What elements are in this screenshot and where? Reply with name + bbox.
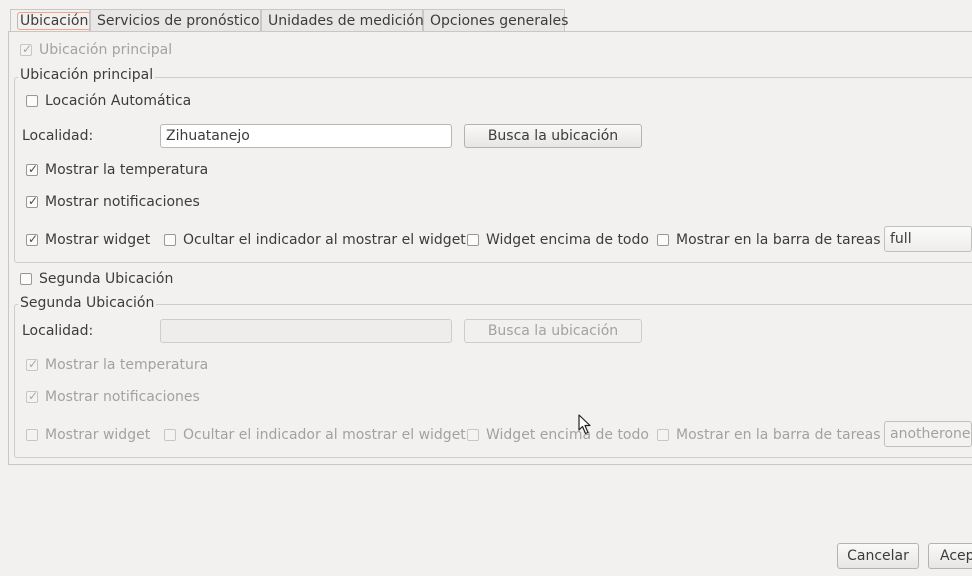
primary-show-widget-label: Mostrar widget xyxy=(45,232,151,248)
second-location-label: Segunda Ubicación xyxy=(39,271,174,287)
primary-hide-indicator-checkbox[interactable] xyxy=(164,234,176,246)
check-mark-icon: ✓ xyxy=(22,42,33,56)
auto-location-label: Locación Automática xyxy=(45,93,192,109)
cancel-button[interactable]: Cancelar xyxy=(837,543,919,569)
secondary-show-in-taskbar-checkbox[interactable] xyxy=(657,429,669,441)
tab-label: Ubicación xyxy=(17,12,92,30)
tab-label: Opciones generales xyxy=(430,13,569,29)
tab-label: Unidades de medición xyxy=(268,13,424,29)
primary-locality-input[interactable] xyxy=(160,124,452,148)
primary-show-in-taskbar-checkbox[interactable] xyxy=(657,234,669,246)
primary-widget-style-value: full xyxy=(890,231,912,247)
primary-search-location-button[interactable]: Busca la ubicación xyxy=(464,124,642,148)
check-mark-icon: ✓ xyxy=(28,389,39,403)
tab-unidades[interactable]: Unidades de medición xyxy=(261,9,424,31)
check-mark-icon: ✓ xyxy=(28,194,39,208)
secondary-widget-on-top-checkbox[interactable] xyxy=(467,429,479,441)
primary-show-temperature-checkbox[interactable]: ✓ xyxy=(26,162,39,176)
check-mark-icon: ✓ xyxy=(28,162,39,176)
secondary-hide-indicator-checkbox[interactable] xyxy=(164,429,176,441)
check-mark-icon: ✓ xyxy=(28,232,39,246)
tab-servicios[interactable]: Servicios de pronóstico xyxy=(90,9,261,31)
secondary-show-widget-label: Mostrar widget xyxy=(45,427,151,443)
secondary-frame-title: Segunda Ubicación xyxy=(18,295,157,311)
primary-show-in-taskbar-label: Mostrar en la barra de tareas xyxy=(676,232,881,248)
secondary-widget-style-value: anotherone xyxy=(890,426,971,442)
secondary-widget-style-select[interactable]: anotherone xyxy=(884,421,972,447)
primary-locality-label: Localidad: xyxy=(22,128,94,144)
secondary-show-notifications-label: Mostrar notificaciones xyxy=(45,389,200,405)
secondary-hide-indicator-label: Ocultar el indicador al mostrar el widge… xyxy=(183,427,466,443)
primary-show-notifications-label: Mostrar notificaciones xyxy=(45,194,200,210)
secondary-show-in-taskbar-label: Mostrar en la barra de tareas xyxy=(676,427,881,443)
secondary-search-location-button[interactable]: Busca la ubicación xyxy=(464,319,642,343)
primary-widget-on-top-label: Widget encima de todo xyxy=(486,232,649,248)
primary-show-widget-checkbox[interactable]: ✓ xyxy=(26,232,39,246)
primary-hide-indicator-label: Ocultar el indicador al mostrar el widge… xyxy=(183,232,466,248)
accept-button[interactable]: Acep xyxy=(928,543,972,569)
secondary-locality-input[interactable] xyxy=(160,319,452,343)
main-location-label: Ubicación principal xyxy=(39,42,173,58)
primary-show-notifications-checkbox[interactable]: ✓ xyxy=(26,194,39,208)
secondary-show-temperature-checkbox[interactable]: ✓ xyxy=(26,357,39,371)
secondary-show-widget-checkbox[interactable] xyxy=(26,429,38,441)
auto-location-checkbox[interactable] xyxy=(26,95,38,107)
primary-widget-style-select[interactable]: full xyxy=(884,226,972,252)
secondary-locality-label: Localidad: xyxy=(22,323,94,339)
second-location-checkbox[interactable] xyxy=(20,273,32,285)
primary-show-temperature-label: Mostrar la temperatura xyxy=(45,162,209,178)
tab-ubicacion[interactable]: Ubicación xyxy=(10,9,92,32)
secondary-widget-on-top-label: Widget encima de todo xyxy=(486,427,649,443)
mouse-pointer-icon xyxy=(578,414,591,435)
secondary-show-notifications-checkbox[interactable]: ✓ xyxy=(26,389,39,403)
main-location-checkbox[interactable]: ✓ xyxy=(20,42,33,56)
tab-opciones-generales[interactable]: Opciones generales xyxy=(423,9,569,31)
primary-frame-title: Ubicación principal xyxy=(18,67,156,83)
tab-label: Servicios de pronóstico xyxy=(97,13,260,29)
check-mark-icon: ✓ xyxy=(28,357,39,371)
secondary-show-temperature-label: Mostrar la temperatura xyxy=(45,357,209,373)
primary-widget-on-top-checkbox[interactable] xyxy=(467,234,479,246)
